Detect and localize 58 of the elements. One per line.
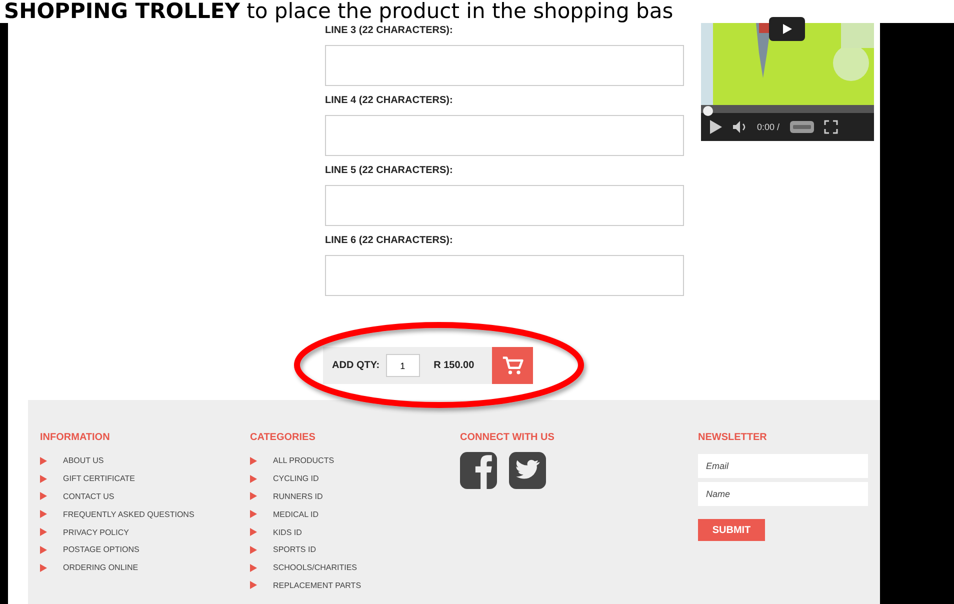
bullet-icon	[40, 546, 47, 554]
bullet-icon	[40, 456, 47, 465]
field-label: LINE 3 (22 CHARACTERS):	[325, 25, 454, 37]
bullet-icon	[250, 510, 257, 518]
footer-heading: NEWSLETTER	[698, 432, 768, 444]
bullet-icon	[40, 492, 47, 500]
quantity-field[interactable]: 1	[386, 354, 420, 377]
footer-link[interactable]: PRIVACY POLICY	[63, 528, 129, 537]
footer-link[interactable]: ORDERING ONLINE	[63, 563, 138, 572]
play-icon[interactable]	[709, 120, 723, 134]
bullet-icon	[250, 528, 257, 536]
price-text: R 150.00	[434, 360, 474, 371]
bullet-icon	[250, 474, 257, 483]
input-field[interactable]	[325, 255, 684, 296]
bullet-icon	[250, 581, 257, 590]
name-field[interactable]: Name	[698, 482, 868, 506]
bullet-icon	[250, 456, 257, 465]
field-label: LINE 6 (22 CHARACTERS):	[325, 235, 454, 247]
input-field[interactable]	[325, 115, 684, 156]
twitter-icon[interactable]	[509, 452, 546, 489]
email-field[interactable]: Email	[698, 454, 868, 478]
bullet-icon	[250, 564, 257, 572]
fullscreen-icon[interactable]	[824, 120, 838, 134]
facebook-icon[interactable]	[460, 452, 497, 489]
footer-heading: INFORMATION	[40, 432, 111, 444]
bullet-icon	[40, 528, 47, 536]
bullet-icon	[250, 546, 257, 554]
footer-link[interactable]: KIDS ID	[273, 528, 302, 537]
logo-icon[interactable]	[790, 121, 814, 133]
footer-link[interactable]: CYCLING ID	[273, 474, 319, 484]
footer-link[interactable]: GIFT CERTIFICATE	[63, 474, 136, 484]
footer-link[interactable]: RUNNERS ID	[273, 492, 323, 501]
input-field[interactable]	[325, 45, 684, 86]
footer-link[interactable]: MEDICAL ID	[273, 510, 318, 519]
footer-link[interactable]: SPORTS ID	[273, 545, 316, 554]
bullet-icon	[250, 492, 257, 500]
footer-link[interactable]: ALL PRODUCTS	[273, 456, 334, 466]
time-text: 0:00 /	[757, 122, 780, 132]
quantity-label: ADD QTY:	[332, 360, 380, 371]
caption-text: SHOPPING TROLLEY to place the product in the shopping bas	[0, 0, 954, 23]
footer-link[interactable]: CONTACT US	[63, 492, 114, 501]
input-field[interactable]	[325, 185, 684, 226]
footer-heading: CATEGORIES	[250, 432, 316, 444]
footer-link[interactable]: POSTAGE OPTIONS	[63, 545, 140, 554]
footer-link[interactable]: FREQUENTLY ASKED QUESTIONS	[63, 510, 194, 519]
cart-icon	[502, 354, 524, 376]
progress-handle[interactable]	[703, 106, 713, 116]
add-to-cart-button[interactable]	[492, 347, 534, 384]
bullet-icon	[40, 564, 47, 572]
play-button[interactable]	[769, 17, 805, 41]
bullet-icon	[40, 510, 47, 518]
footer-link[interactable]: ABOUT US	[63, 456, 104, 466]
footer-heading: CONNECT WITH US	[460, 432, 556, 444]
footer-link[interactable]: SCHOOLS/CHARITIES	[273, 563, 358, 572]
field-label: LINE 4 (22 CHARACTERS):	[325, 95, 454, 107]
bullet-icon	[40, 474, 47, 483]
field-label: LINE 5 (22 CHARACTERS):	[325, 165, 454, 177]
footer-link[interactable]: REPLACEMENT PARTS	[273, 580, 362, 590]
